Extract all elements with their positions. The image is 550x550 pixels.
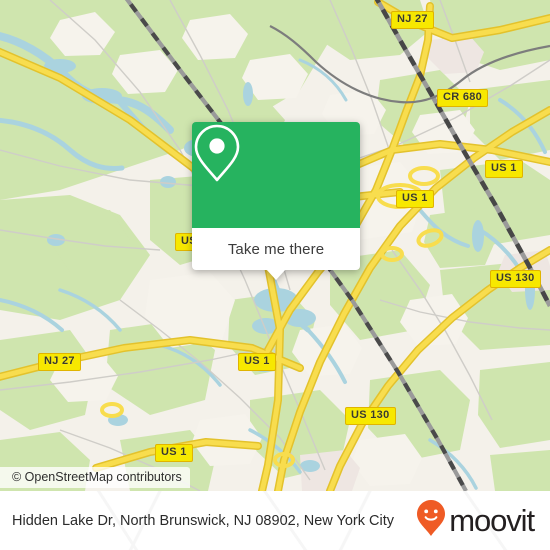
popup-tail-pointer — [266, 269, 286, 280]
footer-bar: Hidden Lake Dr, North Brunswick, NJ 0890… — [0, 491, 550, 550]
popup-image-area — [192, 122, 360, 228]
take-me-there-label: Take me there — [227, 240, 325, 258]
popup-action-area[interactable]: Take me there — [192, 228, 360, 280]
location-popup-card[interactable]: Take me there — [192, 122, 360, 280]
road-shield-us-130-south: US 130 — [345, 407, 396, 425]
road-shield-us-1-south: US 1 — [238, 353, 276, 371]
osm-attribution[interactable]: © OpenStreetMap contributors — [0, 467, 190, 488]
map-canvas[interactable]: NJ 27 CR 680 US 1 US 1 US 130 US 1 NJ 27 US 1 US… — [0, 0, 550, 491]
road-shield-nj-27-southwest: NJ 27 — [38, 353, 81, 371]
road-shield-us-1-northeast: US 1 — [485, 160, 523, 178]
road-shield-nj-27-north: NJ 27 — [391, 11, 434, 29]
road-shield-us-1-southwest: US 1 — [155, 444, 193, 462]
road-shield-us-130-east: US 130 — [490, 270, 541, 288]
road-shield-us-1-center: US 1 — [396, 190, 434, 208]
map-screenshot: NJ 27 CR 680 US 1 US 1 US 130 US 1 NJ 27 US 1 US… — [0, 0, 550, 550]
moovit-smiley-pin-icon — [416, 499, 446, 542]
road-shield-cr-680: CR 680 — [437, 89, 489, 107]
location-address-text: Hidden Lake Dr, North Brunswick, NJ 0890… — [12, 512, 395, 529]
moovit-logo[interactable]: moovit — [416, 499, 540, 542]
moovit-wordmark: moovit — [449, 503, 535, 538]
